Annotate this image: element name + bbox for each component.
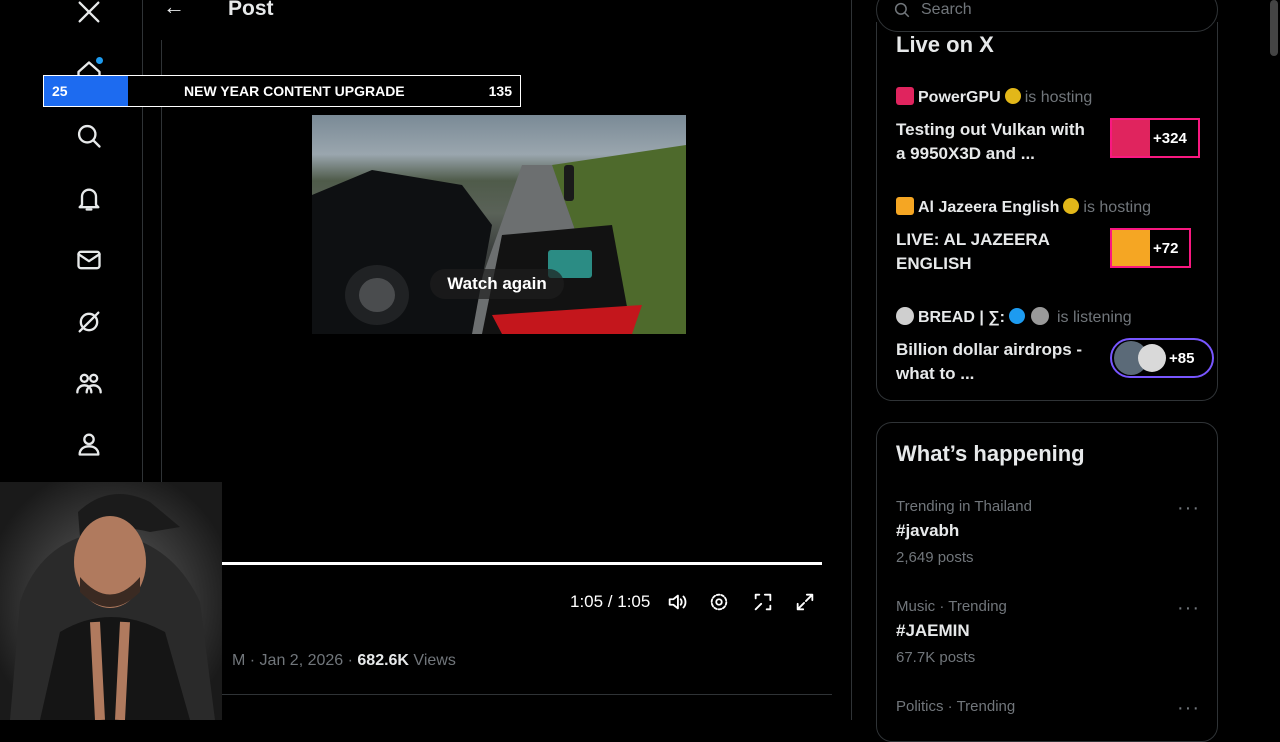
listener-avatar-icon bbox=[1138, 344, 1166, 372]
trend-more-button[interactable]: ··· bbox=[1177, 597, 1200, 620]
search-input[interactable] bbox=[919, 0, 1183, 20]
live-card-title: Live on X bbox=[896, 32, 994, 57]
webcam-overlay bbox=[0, 482, 222, 720]
upgrade-goal: 135 bbox=[488, 83, 512, 99]
live-title[interactable]: Testing out Vulkan with a 9950X3D and ..… bbox=[896, 118, 1096, 166]
live-title[interactable]: LIVE: AL JAZEERA ENGLISH bbox=[896, 228, 1096, 276]
search-box-icon bbox=[894, 2, 910, 18]
grok-icon[interactable] bbox=[74, 307, 104, 337]
upgrade-progress-fill: 25 bbox=[44, 76, 128, 106]
verified-gold-badge-icon bbox=[1004, 88, 1021, 104]
upgrade-label: NEW YEAR CONTENT UPGRADE bbox=[184, 83, 405, 99]
communities-icon[interactable] bbox=[74, 368, 104, 398]
verified-gold-badge-icon bbox=[1063, 198, 1080, 214]
live-avatar-icon bbox=[1112, 230, 1150, 266]
views-label: Views bbox=[408, 652, 456, 669]
trend-post-count: 67.7K posts bbox=[896, 649, 976, 666]
host-status: is listening bbox=[1057, 309, 1132, 326]
trend-more-button[interactable]: ··· bbox=[1177, 697, 1200, 720]
listener-count: +324 bbox=[1153, 129, 1187, 147]
volume-icon[interactable] bbox=[664, 589, 690, 615]
live-join-button[interactable]: +324 bbox=[1110, 118, 1200, 158]
trend-category: Trending in Thailand bbox=[896, 498, 1032, 515]
back-button[interactable]: ← bbox=[163, 0, 185, 20]
post-meta: M · Jan 2, 2026 · 682.6K Views bbox=[232, 652, 456, 670]
trend-name: #javabh bbox=[896, 521, 960, 540]
search-icon[interactable] bbox=[74, 121, 104, 151]
powergpu-logo-icon bbox=[896, 87, 914, 105]
video-thumbnail[interactable] bbox=[312, 115, 686, 334]
streamer-webcam-image bbox=[10, 494, 215, 720]
profile-icon[interactable] bbox=[74, 429, 104, 459]
live-avatar-icon bbox=[1112, 120, 1150, 156]
page-title: Post bbox=[228, 0, 274, 20]
whats-happening-card: What’s happening Trending in Thailand #j… bbox=[876, 422, 1218, 742]
x-logo-icon[interactable] bbox=[74, 0, 104, 27]
pip-icon[interactable] bbox=[750, 589, 776, 615]
host-status: is hosting bbox=[1024, 89, 1093, 106]
fullscreen-icon[interactable] bbox=[792, 589, 818, 615]
video-scene-image bbox=[312, 145, 686, 334]
post-timestamp[interactable]: M · Jan 2, 2026 · bbox=[232, 652, 357, 669]
main-column-divider-right bbox=[851, 0, 852, 720]
settings-icon[interactable] bbox=[706, 589, 732, 615]
page-scrollbar[interactable] bbox=[1270, 0, 1278, 56]
live-title[interactable]: Billion dollar airdrops - what to ... bbox=[896, 338, 1096, 386]
live-join-button[interactable]: +72 bbox=[1110, 228, 1191, 268]
trend-item[interactable]: Music · Trending #JAEMIN 67.7K posts bbox=[896, 598, 1007, 666]
verified-blue-badge-icon bbox=[1009, 308, 1025, 324]
trend-item[interactable]: Trending in Thailand #javabh 2,649 posts bbox=[896, 498, 1032, 566]
listener-count: +85 bbox=[1169, 349, 1195, 367]
host-name: PowerGPU bbox=[918, 89, 1001, 106]
live-host-row[interactable]: BREAD | ∑: is listening bbox=[896, 307, 1132, 327]
views-count: 682.6K bbox=[357, 652, 409, 669]
bread-avatar-icon bbox=[896, 307, 914, 325]
mail-icon[interactable] bbox=[74, 245, 104, 275]
live-on-x-card: Live on X PowerGPU is hosting Testing out… bbox=[876, 22, 1218, 401]
listener-count: +72 bbox=[1153, 239, 1179, 257]
live-join-button[interactable]: +85 bbox=[1110, 338, 1214, 378]
video-time: 1:05 / 1:05 bbox=[570, 592, 651, 611]
content-upgrade-bar: 25 NEW YEAR CONTENT UPGRADE 135 bbox=[43, 75, 521, 107]
post-divider bbox=[222, 694, 832, 695]
bell-icon[interactable] bbox=[74, 184, 104, 214]
trend-post-count: 2,649 posts bbox=[896, 549, 974, 566]
trend-more-button[interactable]: ··· bbox=[1177, 497, 1200, 520]
live-host-row[interactable]: Al Jazeera English is hosting bbox=[896, 197, 1151, 217]
happening-title: What’s happening bbox=[896, 441, 1085, 466]
host-status: is hosting bbox=[1083, 199, 1151, 216]
live-host-row[interactable]: PowerGPU is hosting bbox=[896, 87, 1092, 107]
notification-dot bbox=[96, 57, 103, 64]
host-name: Al Jazeera English bbox=[918, 199, 1060, 216]
trend-name: #JAEMIN bbox=[896, 621, 970, 640]
video-progress-bar[interactable] bbox=[172, 562, 822, 565]
watch-again-button[interactable]: Watch again bbox=[430, 269, 564, 299]
trend-category: Music · Trending bbox=[896, 598, 1007, 615]
trend-category: Politics · Trending bbox=[896, 698, 1016, 715]
listener-avatar-icon bbox=[1031, 307, 1049, 325]
host-name: BREAD | ∑: bbox=[918, 309, 1005, 326]
aljazeera-logo-icon bbox=[896, 197, 914, 215]
trend-item[interactable]: Politics · Trending bbox=[896, 698, 1015, 715]
